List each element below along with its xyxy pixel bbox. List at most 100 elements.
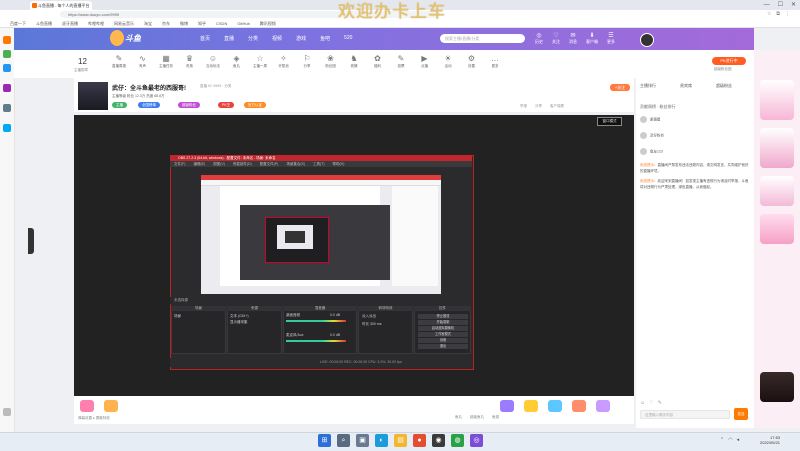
header-action[interactable]: ♡ 关注 xyxy=(552,32,560,45)
taskbar-app-icon[interactable]: ◎ xyxy=(470,434,483,447)
gift-item[interactable] xyxy=(80,400,94,412)
obs-source-item[interactable]: 文本 (GDI+) xyxy=(230,314,249,319)
toolbar-tool[interactable]: ⚙ 设置 xyxy=(461,54,483,69)
chevron-up-icon[interactable]: ⌃ xyxy=(720,437,724,443)
obs-menu-item[interactable]: 帮助(H) xyxy=(333,161,345,167)
danmu-settings[interactable]: 弹幕设置 ▸ 屏蔽特效 xyxy=(78,416,110,421)
extension-icon[interactable]: ⧉ xyxy=(776,10,780,19)
rank-item[interactable]: 武仔粉丝 xyxy=(640,132,664,139)
obs-menu-item[interactable]: 视图(V) xyxy=(213,161,225,167)
edit-icon[interactable]: ✎ xyxy=(658,400,662,406)
chat-user[interactable]: 系统提示 xyxy=(640,179,654,183)
emoji-icon[interactable]: ☺ xyxy=(640,400,645,406)
obs-transition-select[interactable]: 淡入淡出 xyxy=(362,314,376,319)
nav-item[interactable]: 鱼吧 xyxy=(320,35,330,42)
header-action[interactable]: ⬇ 客户端 xyxy=(586,32,598,45)
toolbar-tool[interactable]: ❀ 粉丝团 xyxy=(320,54,342,69)
fin-link[interactable]: 鱼翅 xyxy=(492,415,499,420)
minimize-icon[interactable]: — xyxy=(764,1,770,9)
room-tag[interactable]: 全国榜单 xyxy=(138,102,160,108)
toolbar-tool[interactable]: ♞ 竞猜 xyxy=(343,54,365,69)
taskbar-app-icon[interactable]: ⊞ xyxy=(318,434,331,447)
bookmark-item[interactable]: CSDN xyxy=(216,19,227,27)
obs-record-button[interactable]: 开始录制 xyxy=(418,320,468,325)
taskbar-clock[interactable]: 17:53 2022/05/21 xyxy=(760,435,780,445)
sidebar-game-icon[interactable] xyxy=(3,84,11,92)
rank-item[interactable]: 紫薇星 xyxy=(640,116,661,123)
taskbar-app-icon[interactable]: ◍ xyxy=(451,434,464,447)
taskbar-app-icon[interactable]: ◉ xyxy=(432,434,445,447)
sidebar-collapse-handle[interactable] xyxy=(28,228,34,254)
wifi-icon[interactable]: ◠ xyxy=(728,437,732,443)
taskbar-app-icon[interactable]: ▤ xyxy=(394,434,407,447)
tab-superfans[interactable]: 超级粉丝 xyxy=(716,83,732,89)
obs-menu-item[interactable]: 场景集合(S) xyxy=(286,161,305,167)
room-tag[interactable]: 超级粉丝 xyxy=(178,102,200,108)
room-tag[interactable]: PK王 xyxy=(218,102,235,108)
ad-banner[interactable] xyxy=(760,176,794,206)
header-action[interactable]: ◎ 历史 xyxy=(535,32,543,45)
nav-item[interactable]: 直播 xyxy=(224,35,234,42)
obs-menu-item[interactable]: 编辑(E) xyxy=(193,161,205,167)
bookmark-item[interactable]: 斗鱼直播 xyxy=(36,19,52,27)
bookmark-item[interactable]: 微博 xyxy=(180,19,188,27)
chat-input[interactable]: 这里输入聊天内容 xyxy=(640,410,730,419)
report-link[interactable]: 举报 xyxy=(520,104,527,109)
nav-item[interactable]: 520 xyxy=(344,35,352,42)
obs-menu-item[interactable]: 停靠部件(D) xyxy=(233,161,252,167)
obs-studio-mode-button[interactable]: 工作室模式 xyxy=(418,332,468,337)
nav-item[interactable]: 游戏 xyxy=(296,35,306,42)
room-tag[interactable]: 主播 xyxy=(112,102,127,108)
bookmark-item[interactable]: 网易云音乐 xyxy=(114,19,134,27)
taskbar-app-icon[interactable]: ◐ xyxy=(375,434,388,447)
taskbar-app-icon[interactable]: ⌕ xyxy=(337,434,350,447)
ad-banner[interactable] xyxy=(760,214,794,244)
gift-item[interactable] xyxy=(524,400,538,412)
toolbar-tool[interactable]: ∿ 有声 xyxy=(132,54,154,69)
gift-item[interactable] xyxy=(596,400,610,412)
gift-item[interactable] xyxy=(104,400,118,412)
super-fishball-link[interactable]: 超级鱼丸 xyxy=(470,415,484,420)
streamer-avatar[interactable] xyxy=(78,82,108,110)
toolbar-tool[interactable]: … 更多 xyxy=(484,54,506,69)
volume-icon[interactable]: ◂ xyxy=(737,437,740,443)
menu-icon[interactable]: ⋮ xyxy=(785,10,790,19)
gift-item[interactable] xyxy=(572,400,586,412)
obs-virtual-cam-button[interactable]: 启动虚拟摄像机 xyxy=(418,326,468,331)
sidebar-recommend-icon[interactable] xyxy=(3,36,11,44)
sidebar-follow-icon[interactable] xyxy=(3,50,11,58)
chat-user[interactable]: 系统提示 xyxy=(640,163,654,167)
star-icon[interactable]: ☆ xyxy=(767,10,771,19)
nav-item[interactable]: 首页 xyxy=(200,35,210,42)
tab-vip[interactable]: 贵宾席 xyxy=(680,83,692,89)
sidebar-settings-icon[interactable] xyxy=(3,408,11,416)
toolbar-tool[interactable]: ✎ 直播周报 xyxy=(108,54,130,69)
toolbar-tool[interactable]: ✿ 福利 xyxy=(367,54,389,69)
obs-menu-item[interactable]: 工具(T) xyxy=(313,161,324,167)
obs-stop-stream-button[interactable]: 停止推流 xyxy=(418,314,468,319)
sidebar-video-icon[interactable] xyxy=(3,104,11,112)
ad-banner[interactable] xyxy=(760,80,794,120)
follow-button[interactable]: +关注 xyxy=(610,84,630,91)
pk-button[interactable]: PK进行中 xyxy=(712,57,746,65)
sidebar-category-icon[interactable] xyxy=(3,64,11,72)
toolbar-tool[interactable]: ▶ 点播 xyxy=(414,54,436,69)
sidebar-yuba-icon[interactable] xyxy=(3,124,11,132)
browser-tab-active[interactable]: 斗鱼直播 - 每个人的直播平台 xyxy=(30,1,92,10)
bookmark-item[interactable]: 哔哩哔哩 xyxy=(88,19,104,27)
toolbar-tool[interactable]: ✎ 投票 xyxy=(390,54,412,69)
maximize-icon[interactable]: ☐ xyxy=(778,1,783,9)
obs-scene-item[interactable]: 场景 xyxy=(174,314,181,319)
nav-item[interactable]: 分类 xyxy=(248,35,258,42)
window-mode-button[interactable]: 窗口模式 xyxy=(597,117,622,126)
fishball-link[interactable]: 鱼丸 xyxy=(455,415,462,420)
toolbar-tool[interactable]: ✧ 许愿池 xyxy=(273,54,295,69)
toolbar-tool[interactable]: ▦ 主播任务 xyxy=(155,54,177,69)
toolbar-tool[interactable]: ☆ 主播一周 xyxy=(249,54,271,69)
obs-transition-duration[interactable]: 时长 300 ms xyxy=(362,322,381,327)
user-avatar[interactable] xyxy=(640,33,654,47)
obs-settings-button[interactable]: 设置 xyxy=(418,338,468,343)
tab-rank[interactable]: 主播排行 xyxy=(640,83,656,89)
obs-source-item[interactable]: 显示器采集 xyxy=(230,320,248,325)
toolbar-tool[interactable]: ☀ 活动 xyxy=(437,54,459,69)
